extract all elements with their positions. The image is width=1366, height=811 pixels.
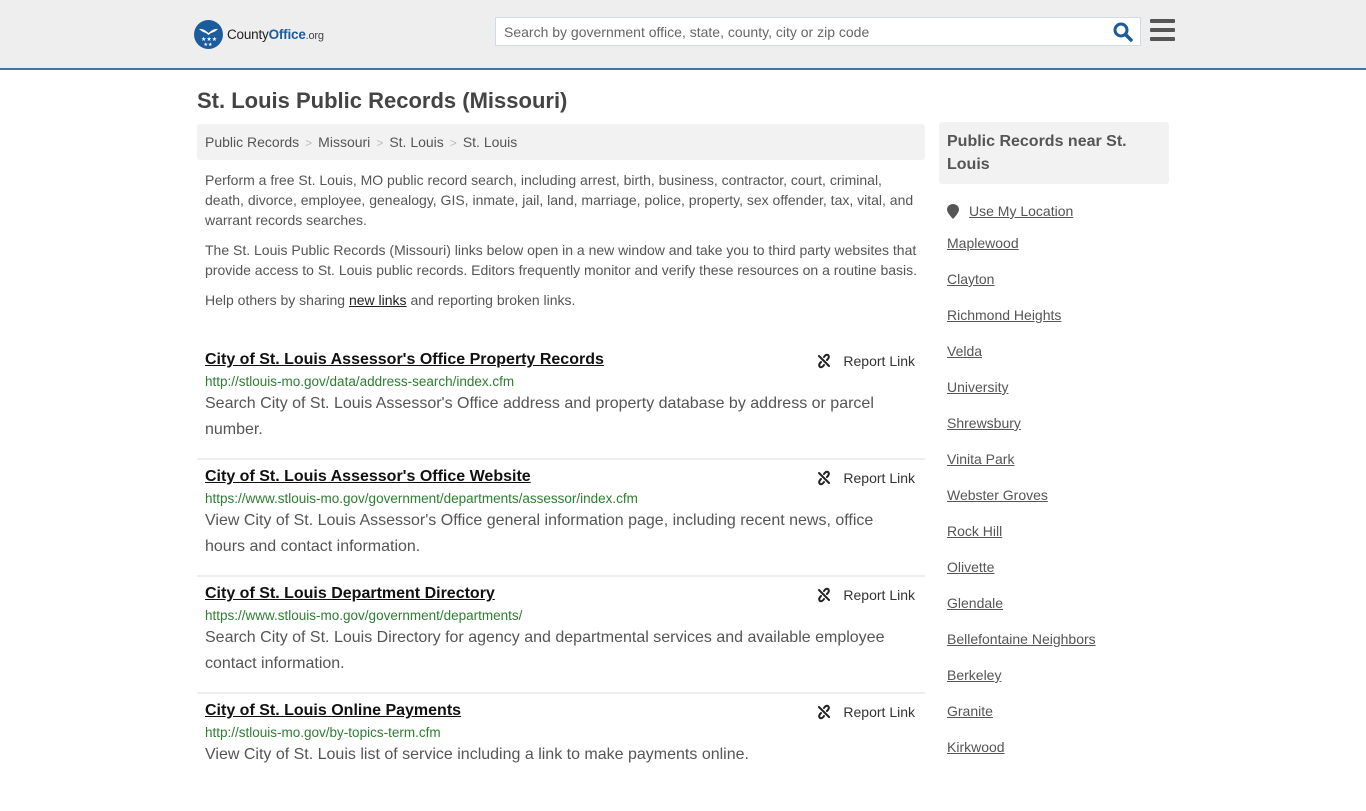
intro-text: Perform a free St. Louis, MO public reco… xyxy=(205,170,921,320)
intro-paragraph-2: The St. Louis Public Records (Missouri) … xyxy=(205,242,918,278)
broken-link-icon xyxy=(818,470,831,486)
use-my-location: Use My Location xyxy=(939,203,1169,219)
report-link-button[interactable]: Report Link xyxy=(816,587,915,603)
result-url[interactable]: http://stlouis-mo.gov/by-topics-term.cfm xyxy=(205,725,917,740)
logo-text: CountyOffice.org xyxy=(227,27,324,42)
breadcrumb-st-louis-city[interactable]: St. Louis xyxy=(463,134,517,150)
nearby-place-link[interactable]: Olivette xyxy=(947,559,994,575)
eagle-stars-logo-icon: ★★★ ★★ xyxy=(194,20,223,49)
result-item: City of St. Louis Online Payments Report… xyxy=(197,694,925,811)
report-link-label: Report Link xyxy=(843,353,915,369)
intro-paragraph-3: Help others by sharing new links and rep… xyxy=(205,290,921,310)
result-description: Search City of St. Louis Assessor's Offi… xyxy=(205,395,874,438)
nearby-place-item: Maplewood xyxy=(947,235,1169,271)
broken-link-icon xyxy=(818,587,831,603)
breadcrumb: Public Records > Missouri > St. Louis > St. Lo… xyxy=(197,124,925,160)
nearby-place-link[interactable]: Bellefontaine Neighbors xyxy=(947,631,1096,647)
result-title-link[interactable]: City of St. Louis Department Directory xyxy=(205,585,495,603)
nearby-place-link[interactable]: Vinita Park xyxy=(947,451,1014,467)
result-item: City of St. Louis Assessor's Office Webs… xyxy=(197,460,925,577)
nearby-sidebar: Public Records near St. Louis Use My Loc… xyxy=(939,122,1169,775)
result-title-link[interactable]: City of St. Louis Online Payments xyxy=(205,702,461,720)
breadcrumb-missouri[interactable]: Missouri xyxy=(318,134,370,150)
nearby-place-link[interactable]: University xyxy=(947,379,1008,395)
nearby-place-link[interactable]: Glendale xyxy=(947,595,1003,611)
breadcrumb-separator: > xyxy=(305,136,313,150)
result-url[interactable]: https://www.stlouis-mo.gov/government/de… xyxy=(205,491,917,506)
sidebar-heading: Public Records near St. Louis xyxy=(939,122,1169,184)
nearby-place-link[interactable]: Maplewood xyxy=(947,235,1019,251)
result-title-link[interactable]: City of St. Louis Assessor's Office Prop… xyxy=(205,351,604,369)
report-link-label: Report Link xyxy=(843,470,915,486)
search-icon[interactable] xyxy=(1112,21,1134,43)
map-pin-icon xyxy=(947,203,959,219)
nearby-place-item: Bellefontaine Neighbors xyxy=(947,631,1169,667)
breadcrumb-separator: > xyxy=(376,136,384,150)
breadcrumb-st-louis-county[interactable]: St. Louis xyxy=(389,134,443,150)
nearby-place-item: University xyxy=(947,379,1169,415)
nearby-place-item: Richmond Heights xyxy=(947,307,1169,343)
page-title: St. Louis Public Records (Missouri) xyxy=(197,88,568,113)
result-item: City of St. Louis Department Directory R… xyxy=(197,577,925,694)
intro-help-text-end: and reporting broken links. xyxy=(406,292,576,308)
nearby-place-link[interactable]: Shrewsbury xyxy=(947,415,1021,431)
nearby-place-item: Velda xyxy=(947,343,1169,379)
search-bar xyxy=(495,17,1141,46)
result-description: Search City of St. Louis Directory for a… xyxy=(205,629,885,672)
nearby-place-item: Clayton xyxy=(947,271,1169,307)
nearby-place-item: Shrewsbury xyxy=(947,415,1169,451)
result-title-link[interactable]: City of St. Louis Assessor's Office Webs… xyxy=(205,468,531,486)
result-url[interactable]: http://stlouis-mo.gov/data/address-searc… xyxy=(205,374,917,389)
nearby-place-link[interactable]: Richmond Heights xyxy=(947,307,1061,323)
intro-help-text: Help others by sharing xyxy=(205,292,349,308)
new-links-link[interactable]: new links xyxy=(349,292,407,308)
result-description: View City of St. Louis Assessor's Office… xyxy=(205,512,874,555)
breadcrumb-separator: > xyxy=(449,136,457,150)
nearby-place-link[interactable]: Kirkwood xyxy=(947,739,1005,755)
nearby-place-item: Granite xyxy=(947,703,1169,739)
report-link-button[interactable]: Report Link xyxy=(816,704,915,720)
nearby-place-item: Glendale xyxy=(947,595,1169,631)
nearby-place-item: Berkeley xyxy=(947,667,1169,703)
report-link-label: Report Link xyxy=(843,704,915,720)
broken-link-icon xyxy=(818,353,831,369)
county-office-logo[interactable]: ★★★ ★★ CountyOffice.org xyxy=(194,20,324,49)
nearby-place-link[interactable]: Berkeley xyxy=(947,667,1001,683)
intro-paragraph-1: Perform a free St. Louis, MO public reco… xyxy=(205,172,914,228)
result-url[interactable]: https://www.stlouis-mo.gov/government/de… xyxy=(205,608,917,623)
nearby-place-link[interactable]: Webster Groves xyxy=(947,487,1048,503)
svg-text:★★: ★★ xyxy=(204,42,213,48)
use-my-location-link[interactable]: Use My Location xyxy=(969,203,1073,219)
broken-link-icon xyxy=(818,704,831,720)
search-input[interactable] xyxy=(496,18,1096,45)
report-link-button[interactable]: Report Link xyxy=(816,470,915,486)
nearby-place-item: Vinita Park xyxy=(947,451,1169,487)
results-list: City of St. Louis Assessor's Office Prop… xyxy=(197,343,925,811)
nearby-places-list: Maplewood Clayton Richmond Heights Velda Uni… xyxy=(939,235,1169,775)
result-description: View City of St. Louis list of service i… xyxy=(205,746,749,763)
nearby-place-link[interactable]: Velda xyxy=(947,343,982,359)
report-link-button[interactable]: Report Link xyxy=(816,353,915,369)
result-item: City of St. Louis Assessor's Office Prop… xyxy=(197,343,925,460)
nearby-place-item: Olivette xyxy=(947,559,1169,595)
nearby-place-link[interactable]: Rock Hill xyxy=(947,523,1002,539)
nearby-place-link[interactable]: Clayton xyxy=(947,271,994,287)
report-link-label: Report Link xyxy=(843,587,915,603)
nearby-place-link[interactable]: Granite xyxy=(947,703,993,719)
hamburger-menu-icon[interactable] xyxy=(1150,19,1175,41)
nearby-place-item: Rock Hill xyxy=(947,523,1169,559)
nearby-place-item: Webster Groves xyxy=(947,487,1169,523)
breadcrumb-public-records[interactable]: Public Records xyxy=(205,134,299,150)
nearby-place-item: Kirkwood xyxy=(947,739,1169,775)
site-header: ★★★ ★★ CountyOffice.org xyxy=(0,0,1366,70)
